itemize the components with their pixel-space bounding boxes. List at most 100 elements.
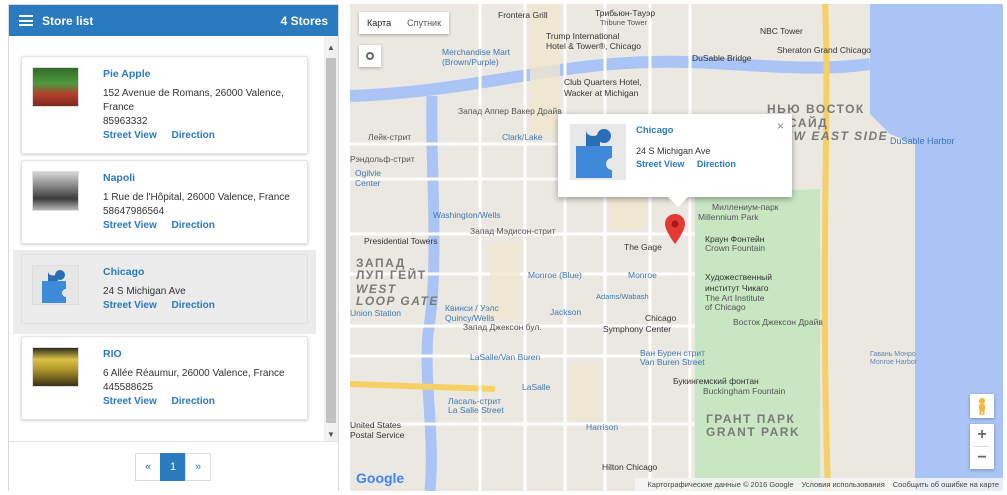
map-label: Frontera Grill xyxy=(498,10,548,20)
location-icon xyxy=(366,52,374,60)
store-address: 24 S Michigan Ave xyxy=(103,286,186,297)
map-label: Symphony Center xyxy=(603,324,672,334)
attribution-data: Картографические данные © 2016 Google xyxy=(647,480,794,489)
map-label: Club Quarters Hotel, xyxy=(564,77,642,87)
map-label: Квинси / Уэлс xyxy=(445,303,499,313)
direction-link[interactable]: Direction xyxy=(697,159,736,169)
map-label: of Chicago xyxy=(705,302,746,312)
store-thumbnail xyxy=(32,171,79,211)
map-label: Center xyxy=(355,178,381,188)
direction-link[interactable]: Direction xyxy=(172,300,215,311)
map-label: (Brown/Purple) xyxy=(442,57,499,67)
store-phone: 85963332 xyxy=(103,116,148,127)
list-item[interactable]: Pie Apple 152 Avenue de Romans, 26000 Va… xyxy=(13,56,316,154)
map-marker-icon[interactable] xyxy=(665,214,685,244)
store-count: 4 Stores xyxy=(280,13,328,28)
google-logo: Google xyxy=(356,470,405,486)
store-phone: 445588625 xyxy=(103,382,154,393)
scrollbar[interactable]: ▲ ▼ xyxy=(324,36,338,441)
map-label: Buckingham Fountain xyxy=(703,386,786,396)
report-error-link[interactable]: Сообщить об ошибке на карте xyxy=(893,480,999,489)
store-address: 6 Allée Réaumur, 26000 Valence, France xyxy=(103,368,285,379)
direction-link[interactable]: Direction xyxy=(172,130,215,141)
map-label: САЙД xyxy=(788,116,829,130)
harbor-water xyxy=(870,4,915,144)
info-window-title: Chicago xyxy=(636,125,674,136)
scroll-down-arrow-icon[interactable]: ▼ xyxy=(324,427,338,441)
map-base: DuSable Harbor Гавань Монро Monroe Harbo… xyxy=(350,4,1003,491)
zoom-control: + − xyxy=(970,424,994,469)
map-label: LaSalle xyxy=(522,382,551,392)
scroll-thumb[interactable] xyxy=(326,58,336,423)
map-label: LOOP GATE xyxy=(356,294,439,308)
menu-icon[interactable] xyxy=(19,15,33,26)
direction-link[interactable]: Direction xyxy=(172,396,215,407)
store-address: 152 Avenue de Romans, 26000 Valence, Fra… xyxy=(103,88,284,113)
harbor-label: DuSable Harbor xyxy=(890,136,955,146)
store-thumbnail xyxy=(32,347,79,387)
street-view-link[interactable]: Street View xyxy=(103,130,157,141)
map-label: NBC Tower xyxy=(760,26,803,36)
store-thumbnail xyxy=(32,67,79,107)
street-view-link[interactable]: Street View xyxy=(103,300,157,311)
map-label: ЛУП ГЕЙТ xyxy=(356,268,427,282)
terms-link[interactable]: Условия использования xyxy=(802,480,885,489)
map-type-map-button[interactable]: Карта xyxy=(359,12,399,34)
map-type-satellite-button[interactable]: Спутник xyxy=(399,12,449,34)
map-label: Трибьюн-Тауэр xyxy=(595,8,656,18)
pager-prev-button[interactable]: « xyxy=(135,452,161,481)
map-label: Clark/Lake xyxy=(502,132,543,142)
map-label: DuSable Bridge xyxy=(692,53,752,63)
my-location-button[interactable] xyxy=(359,45,381,67)
map-type-control: Карта Спутник xyxy=(359,12,450,34)
close-icon[interactable]: × xyxy=(777,119,784,133)
list-item-selected[interactable]: Chicago 24 S Michigan Ave Street View Di… xyxy=(13,250,316,334)
info-window-address: 24 S Michigan Ave xyxy=(636,146,711,156)
map-label: Millennium Park xyxy=(698,212,759,222)
store-name[interactable]: Napoli xyxy=(103,171,299,185)
map-label: Monroe xyxy=(628,270,657,280)
panel-title: Store list xyxy=(42,13,94,28)
store-name[interactable]: Chicago xyxy=(103,265,299,279)
store-phone: 58647986564 xyxy=(103,206,165,217)
store-name[interactable]: Pie Apple xyxy=(103,67,299,81)
map-label: Рэндольф-стрит xyxy=(350,154,415,164)
map-label: Trump International xyxy=(546,31,620,41)
store-name[interactable]: RIO xyxy=(103,347,299,361)
pager-next-button[interactable]: » xyxy=(185,452,211,481)
store-address: 1 Rue de l'Hôpital, 26000 Valence, Franc… xyxy=(103,192,290,203)
map-attribution: Картографические данные © 2016 Google Ус… xyxy=(635,478,1003,491)
street-view-link[interactable]: Street View xyxy=(103,220,157,231)
zoom-in-button[interactable]: + xyxy=(970,424,994,446)
map-label: Sheraton Grand Chicago xyxy=(777,45,872,55)
map-label: Jackson xyxy=(550,307,582,317)
map-label: Adams/Wabash xyxy=(596,292,649,301)
street-view-link[interactable]: Street View xyxy=(103,396,157,407)
zoom-out-button[interactable]: − xyxy=(970,447,994,469)
map-label: Hilton Chicago xyxy=(602,462,658,472)
pagination: « 1 » xyxy=(9,441,338,491)
store-list: Pie Apple 152 Avenue de Romans, 26000 Va… xyxy=(9,36,338,441)
monroe-harbor-en: Monroe Harbor xyxy=(870,359,918,366)
map-label: Лейк-стрит xyxy=(368,132,412,142)
map-label: GRANT PARK xyxy=(706,425,801,439)
map-label: Миллениум-парк xyxy=(712,202,779,212)
pegman-icon[interactable] xyxy=(970,394,994,418)
scroll-up-arrow-icon[interactable]: ▲ xyxy=(324,40,338,54)
map-label: Merchandise Mart xyxy=(442,47,511,57)
map-label: Восток Джексон Драйв xyxy=(733,317,823,327)
pager-page-1[interactable]: 1 xyxy=(160,452,186,481)
map-label: Crown Fountain xyxy=(705,243,766,253)
direction-link[interactable]: Direction xyxy=(172,220,215,231)
map-label: LaSalle/Van Buren xyxy=(470,352,541,362)
list-item[interactable]: Napoli 1 Rue de l'Hôpital, 26000 Valence… xyxy=(13,160,316,244)
map-label: Hotel & Tower®, Chicago xyxy=(546,41,641,51)
info-window: × Chicago 24 S Michigan Ave Street View … xyxy=(558,114,792,207)
map-label: United States xyxy=(350,420,402,430)
map-label: Запад Джексон бул. xyxy=(463,322,542,332)
map-label: Запад Аппер Вакер Драйв xyxy=(458,106,562,116)
list-item[interactable]: RIO 6 Allée Réaumur, 26000 Valence, Fran… xyxy=(13,336,316,420)
map-canvas[interactable]: DuSable Harbor Гавань Монро Monroe Harbo… xyxy=(350,4,1003,491)
congress-pkwy xyxy=(350,381,496,392)
street-view-link[interactable]: Street View xyxy=(636,159,684,169)
